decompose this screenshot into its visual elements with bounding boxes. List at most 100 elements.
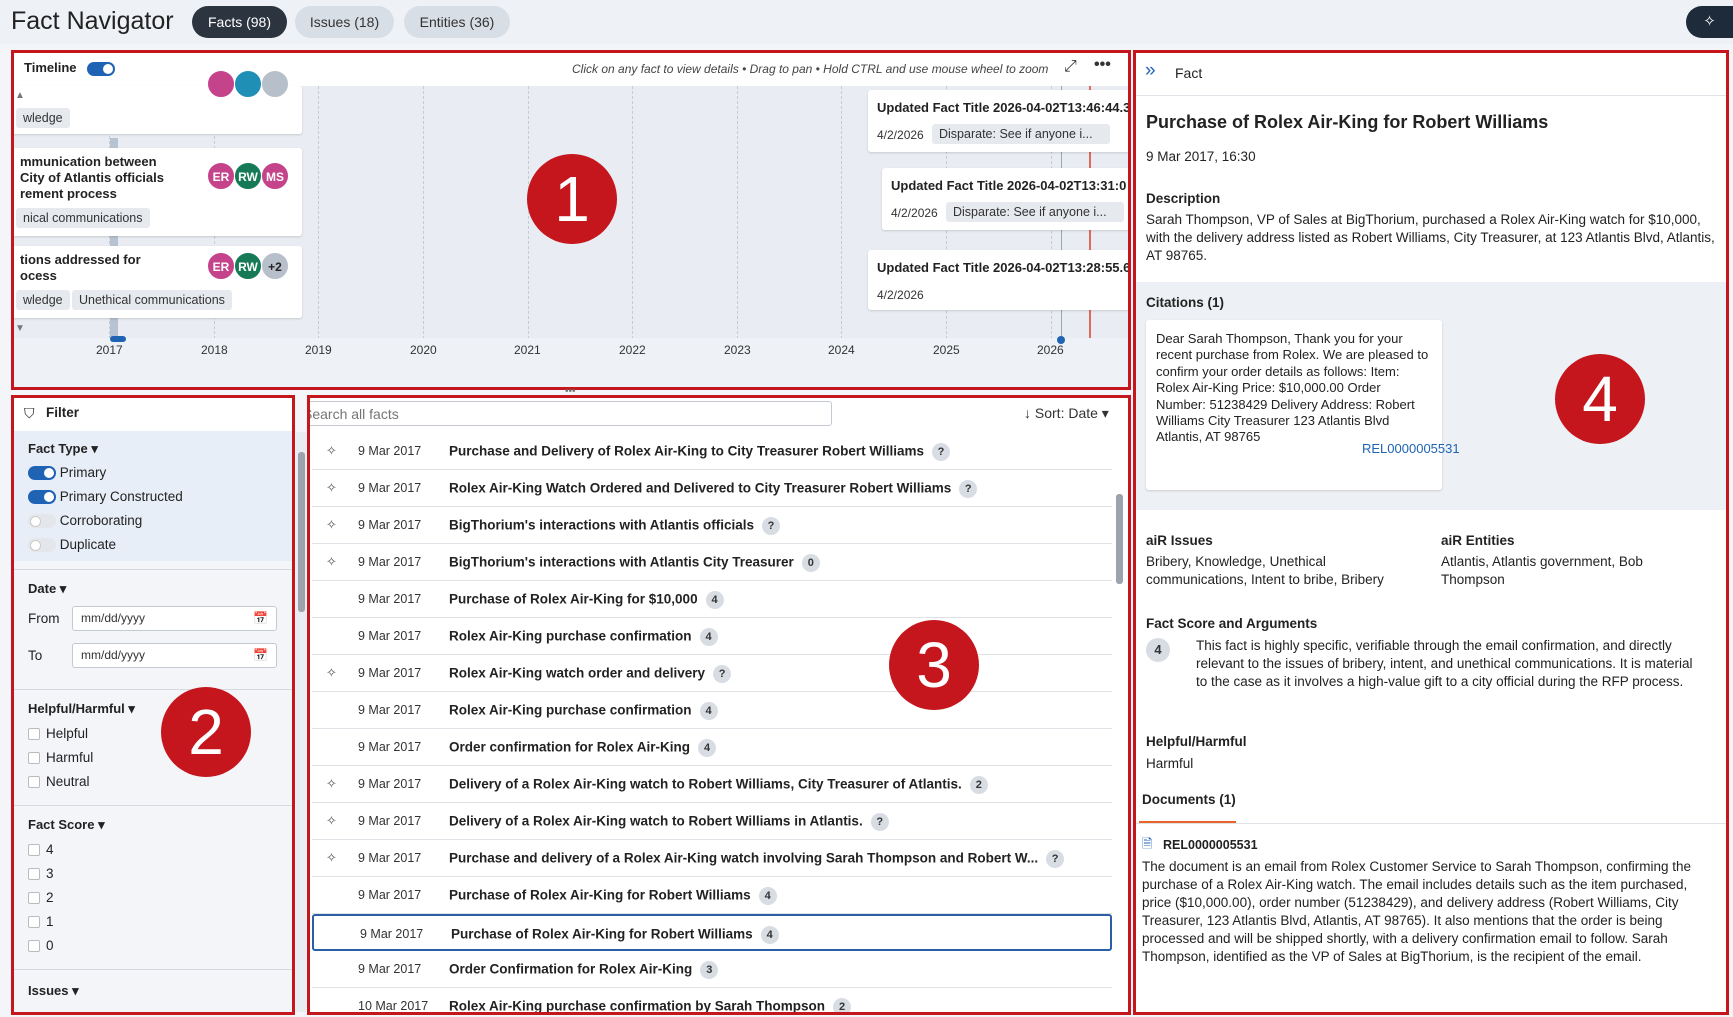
- option-duplicate[interactable]: Duplicate: [28, 537, 116, 553]
- checkbox[interactable]: [28, 892, 40, 905]
- checkbox[interactable]: [28, 752, 40, 765]
- fact-row[interactable]: ✧ 9 Mar 2017 BigThorium's interactions wit…: [312, 507, 1112, 544]
- toggle-off[interactable]: [28, 538, 56, 553]
- card-title-line: City of Atlantis officials: [20, 170, 164, 185]
- search-input[interactable]: [308, 401, 832, 426]
- fact-type-heading[interactable]: Fact Type ▾: [28, 441, 98, 457]
- helpful-heading[interactable]: Helpful/Harmful ▾: [28, 701, 135, 717]
- option-primary[interactable]: Primary: [28, 465, 107, 481]
- event-dot-2017[interactable]: [110, 336, 126, 342]
- score-badge: 4: [760, 926, 779, 944]
- checkbox[interactable]: [28, 940, 40, 953]
- option-score-2[interactable]: 2: [28, 890, 54, 905]
- date-heading[interactable]: Date ▾: [28, 581, 66, 597]
- air-entities-links[interactable]: Atlantis, Atlantis government, Bob Thomp…: [1441, 553, 1681, 589]
- option-score-3[interactable]: 3: [28, 866, 54, 881]
- score-badge: 2: [833, 998, 852, 1013]
- more-options-icon[interactable]: •••: [1094, 56, 1111, 74]
- tab-issues[interactable]: Issues (18): [295, 6, 394, 38]
- scroll-thumb[interactable]: [1116, 494, 1123, 584]
- fact-title-text: Purchase and delivery of a Rolex Air-Kin…: [449, 850, 1039, 866]
- checkbox[interactable]: [28, 868, 40, 881]
- score-heading[interactable]: Fact Score ▾: [28, 817, 105, 833]
- divider: [12, 689, 292, 690]
- option-neutral[interactable]: Neutral: [28, 774, 90, 789]
- toggle-off[interactable]: [28, 514, 56, 529]
- option-label: Helpful: [46, 726, 89, 741]
- fact-row[interactable]: ✧ 9 Mar 2017 Delivery of a Rolex Air-King …: [312, 803, 1112, 840]
- fact-title: Purchase of Rolex Air-King for Robert Wi…: [1146, 112, 1549, 132]
- toggle-on[interactable]: [28, 466, 56, 481]
- fact-row-selected[interactable]: 9 Mar 2017 Purchase of Rolex Air-King for…: [312, 914, 1112, 951]
- option-helpful[interactable]: Helpful: [28, 726, 88, 741]
- ai-sparkle-icon: ✧: [326, 517, 337, 532]
- issue-chip: nical communications: [16, 208, 150, 228]
- timeline-card[interactable]: Updated Fact Title 2026-04-02T13:46:44.3…: [868, 90, 1130, 152]
- fact-row[interactable]: 9 Mar 2017 Order confirmation for Rolex A…: [312, 729, 1112, 766]
- ai-assistant-button[interactable]: ✧: [1686, 6, 1733, 38]
- timeline-card[interactable]: Updated Fact Title 2026-04-02T13:28:55.6…: [868, 250, 1130, 310]
- fact-row[interactable]: ✧ 9 Mar 2017 Purchase and Delivery of Role…: [312, 433, 1112, 470]
- option-corroborating[interactable]: Corroborating: [28, 513, 142, 529]
- option-score-1[interactable]: 1: [28, 914, 54, 929]
- year-label: 2024: [828, 343, 855, 357]
- fact-row[interactable]: ✧ 9 Mar 2017 Purchase and delivery of a Ro…: [312, 840, 1112, 877]
- ai-sparkle-icon: ✧: [326, 443, 337, 458]
- scroll-down-arrow[interactable]: ▼: [15, 323, 25, 334]
- date-to-input[interactable]: mm/dd/yyyy 📅: [72, 643, 277, 668]
- date-from-input[interactable]: mm/dd/yyyy 📅: [72, 606, 277, 631]
- scroll-up-arrow[interactable]: ▲: [15, 90, 25, 101]
- documents-tab[interactable]: Documents (1): [1142, 792, 1236, 807]
- option-score-4[interactable]: 4: [28, 842, 54, 857]
- filter-scrollbar[interactable]: [296, 432, 306, 1012]
- scroll-thumb[interactable]: [298, 452, 305, 612]
- checkbox[interactable]: [28, 916, 40, 929]
- document-link[interactable]: REL0000005531: [1163, 836, 1258, 854]
- issue-chip: Disparate: See if anyone i...: [932, 124, 1110, 144]
- option-label: Primary: [59, 465, 107, 480]
- timeline-card[interactable]: Updated Fact Title 2026-04-02T13:31:0 4/…: [882, 168, 1130, 230]
- fact-row[interactable]: ✧ 9 Mar 2017 BigThorium's interactions wit…: [312, 544, 1112, 581]
- list-scrollbar[interactable]: [1114, 432, 1124, 1012]
- score-badge: 4: [699, 702, 718, 720]
- calendar-icon[interactable]: 📅: [253, 607, 268, 630]
- expand-icon[interactable]: ⤢: [1064, 58, 1077, 76]
- tab-facts[interactable]: Facts (98): [192, 6, 287, 38]
- document-summary: The document is an email from Rolex Cust…: [1142, 859, 1691, 964]
- option-harmful[interactable]: Harmful: [28, 750, 93, 765]
- fact-row[interactable]: 9 Mar 2017 Purchase of Rolex Air-King for…: [312, 581, 1112, 618]
- tab-entities[interactable]: Entities (36): [404, 6, 510, 38]
- timeline-toggle[interactable]: [87, 61, 116, 76]
- fact-row[interactable]: 9 Mar 2017 Purchase of Rolex Air-King for…: [312, 877, 1112, 914]
- fact-row[interactable]: 9 Mar 2017 Rolex Air-King purchase confir…: [312, 618, 1112, 655]
- timeline-card[interactable]: tions addressed for ocess ER RW +2 wledg…: [12, 246, 302, 318]
- resize-handle-icon[interactable]: •••: [565, 386, 576, 397]
- fact-row[interactable]: ✧ 9 Mar 2017 Rolex Air-King Watch Ordered …: [312, 470, 1112, 507]
- fact-date: 9 Mar 2017: [360, 927, 424, 941]
- fact-row[interactable]: 9 Mar 2017 Order Confirmation for Rolex A…: [312, 951, 1112, 988]
- toggle-on[interactable]: [28, 490, 56, 505]
- year-label: 2025: [933, 343, 960, 357]
- fact-row[interactable]: 10 Mar 2017 Rolex Air-King purchase confi…: [312, 988, 1112, 1013]
- fact-row[interactable]: ✧ 9 Mar 2017 Delivery of a Rolex Air-King …: [312, 766, 1112, 803]
- issues-heading[interactable]: Issues ▾: [28, 983, 79, 999]
- helpful-harmful-label: Helpful/Harmful: [1146, 734, 1247, 749]
- checkbox[interactable]: [28, 776, 40, 789]
- citation-card[interactable]: Dear Sarah Thompson, Thank you for your …: [1146, 320, 1460, 490]
- citation-link[interactable]: REL0000005531: [1362, 441, 1460, 457]
- fact-date: 9 Mar 2017: [358, 703, 422, 717]
- air-issues-links[interactable]: Bribery, Knowledge, Unethical communicat…: [1146, 553, 1401, 589]
- calendar-icon[interactable]: 📅: [253, 644, 268, 667]
- fact-title: Purchase and Delivery of Rolex Air-King …: [449, 443, 951, 461]
- timeline-card[interactable]: wledge: [12, 70, 302, 134]
- citations-label: Citations (1): [1146, 295, 1225, 310]
- fact-row[interactable]: ✧ 9 Mar 2017 Rolex Air-King watch order an…: [312, 655, 1112, 692]
- collapse-panel-icon[interactable]: »: [1145, 60, 1156, 82]
- option-primary-constructed[interactable]: Primary Constructed: [28, 489, 183, 505]
- option-score-0[interactable]: 0: [28, 938, 54, 953]
- checkbox[interactable]: [28, 844, 40, 857]
- sort-dropdown[interactable]: ↓ Sort: Date ▾: [1024, 405, 1109, 422]
- fact-row[interactable]: 9 Mar 2017 Rolex Air-King purchase confir…: [312, 692, 1112, 729]
- checkbox[interactable]: [28, 728, 40, 741]
- timeline-card[interactable]: mmunication between City of Atlantis off…: [12, 148, 302, 236]
